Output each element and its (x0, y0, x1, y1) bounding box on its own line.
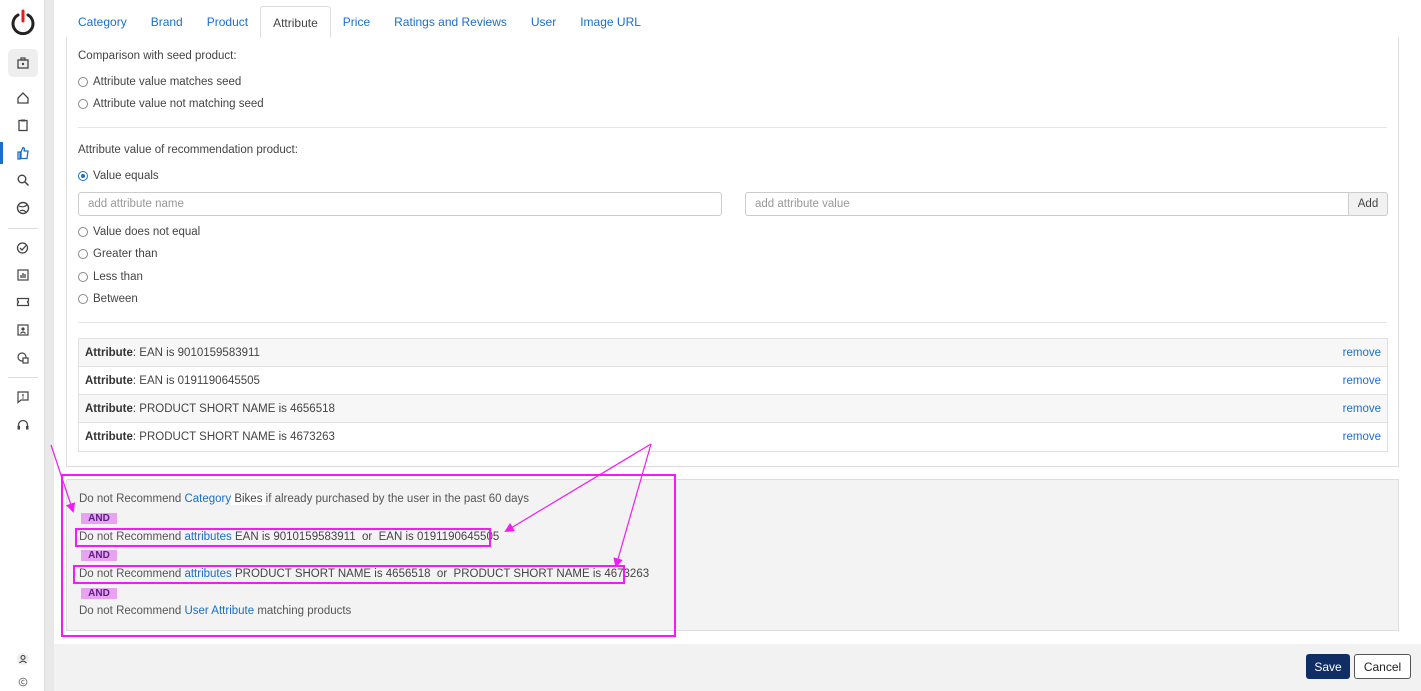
tab-category[interactable]: Category (66, 6, 139, 38)
tab-ratings-and-reviews[interactable]: Ratings and Reviews (382, 6, 519, 38)
radio-value-equals[interactable]: Value equals (78, 170, 159, 182)
sidebar (0, 0, 45, 691)
clipboard-icon[interactable] (12, 115, 34, 135)
radio-label: Attribute value not matching seed (93, 98, 264, 110)
radio-value-not-equal[interactable]: Value does not equal (78, 226, 200, 238)
radio-button[interactable] (78, 171, 88, 181)
attribute-value: : PRODUCT SHORT NAME is 4673263 (132, 431, 335, 443)
briefcase-icon[interactable] (8, 49, 38, 77)
add-button[interactable]: Add (1348, 192, 1388, 216)
sidebar-divider (8, 377, 38, 378)
divider (78, 127, 1387, 128)
attribute-name-input[interactable] (78, 192, 722, 216)
feedback-icon[interactable] (12, 387, 34, 407)
support-icon[interactable] (12, 415, 34, 435)
attribute-text: Attribute: PRODUCT SHORT NAME is 4673263 (85, 431, 335, 443)
ticket-icon[interactable] (12, 292, 34, 312)
radio-label: Value equals (93, 170, 159, 182)
shapes-icon[interactable] (12, 348, 34, 368)
copyright-icon (12, 672, 34, 691)
attribute-row: Attribute: EAN is 0191190645505 remove (79, 367, 1387, 395)
sidebar-active-indicator (0, 142, 3, 164)
tab-bar: Category Brand Product Attribute Price R… (66, 6, 653, 38)
remove-link[interactable]: remove (1343, 403, 1381, 415)
annotation-outer-box (61, 474, 676, 637)
radio-less-than[interactable]: Less than (78, 271, 143, 283)
search-icon[interactable] (12, 170, 34, 190)
attribute-label: Attribute (85, 346, 133, 359)
radio-button[interactable] (78, 77, 88, 87)
remove-link[interactable]: remove (1343, 347, 1381, 359)
radio-between[interactable]: Between (78, 293, 138, 305)
contact-card-icon[interactable] (12, 320, 34, 340)
tab-image-url[interactable]: Image URL (568, 6, 653, 38)
radio-matches-seed[interactable]: Attribute value matches seed (78, 76, 241, 88)
sidebar-divider (8, 228, 38, 229)
radio-greater-than[interactable]: Greater than (78, 248, 158, 260)
attribute-text: Attribute: EAN is 0191190645505 (85, 375, 260, 387)
thumbs-up-icon[interactable] (12, 143, 34, 163)
attribute-row: Attribute: PRODUCT SHORT NAME is 4673263… (79, 423, 1387, 451)
attribute-row: Attribute: PRODUCT SHORT NAME is 4656518… (79, 395, 1387, 423)
radio-label: Between (93, 293, 138, 305)
power-logo-icon[interactable] (9, 8, 37, 36)
attribute-text: Attribute: PRODUCT SHORT NAME is 4656518 (85, 403, 335, 415)
attribute-label: Attribute (85, 431, 133, 443)
globe-icon[interactable] (12, 198, 34, 218)
attribute-label: Attribute (85, 402, 133, 415)
radio-label: Value does not equal (93, 226, 201, 238)
annotation-ean-box (75, 528, 491, 547)
attribute-label: Attribute (85, 374, 133, 387)
radio-label: Attribute value matches seed (93, 76, 242, 88)
tab-brand[interactable]: Brand (139, 6, 195, 38)
radio-button[interactable] (78, 294, 88, 304)
check-circle-icon[interactable] (12, 238, 34, 258)
save-button[interactable]: Save (1306, 654, 1350, 679)
annotation-short-name-box (73, 565, 625, 584)
radio-not-matching-seed[interactable]: Attribute value not matching seed (78, 98, 264, 110)
user-icon[interactable] (12, 649, 34, 669)
footer-bar: Save Cancel (54, 644, 1421, 691)
divider (78, 322, 1387, 323)
cancel-button[interactable]: Cancel (1354, 654, 1411, 679)
rec-heading: Attribute value of recommendation produc… (78, 144, 298, 156)
seed-heading: Comparison with seed product: (78, 50, 237, 62)
attribute-text: Attribute: EAN is 9010159583911 (85, 347, 260, 359)
tab-user[interactable]: User (519, 6, 568, 38)
radio-label: Less than (93, 271, 143, 283)
home-icon[interactable] (12, 88, 34, 108)
tab-price[interactable]: Price (331, 6, 382, 38)
attribute-value: : EAN is 0191190645505 (132, 374, 260, 387)
tab-product[interactable]: Product (195, 6, 260, 38)
attribute-value: : EAN is 9010159583911 (132, 346, 260, 359)
attribute-value: : PRODUCT SHORT NAME is 4656518 (132, 402, 335, 415)
attribute-list: Attribute: EAN is 9010159583911 remove A… (78, 338, 1388, 452)
tab-attribute[interactable]: Attribute (260, 6, 331, 38)
radio-button[interactable] (78, 249, 88, 259)
remove-link[interactable]: remove (1343, 431, 1381, 443)
attribute-row: Attribute: EAN is 9010159583911 remove (79, 339, 1387, 367)
radio-button[interactable] (78, 227, 88, 237)
chart-icon[interactable] (12, 265, 34, 285)
attribute-value-input[interactable] (745, 192, 1349, 216)
radio-button[interactable] (78, 272, 88, 282)
radio-button[interactable] (78, 99, 88, 109)
remove-link[interactable]: remove (1343, 375, 1381, 387)
radio-label: Greater than (93, 248, 158, 260)
